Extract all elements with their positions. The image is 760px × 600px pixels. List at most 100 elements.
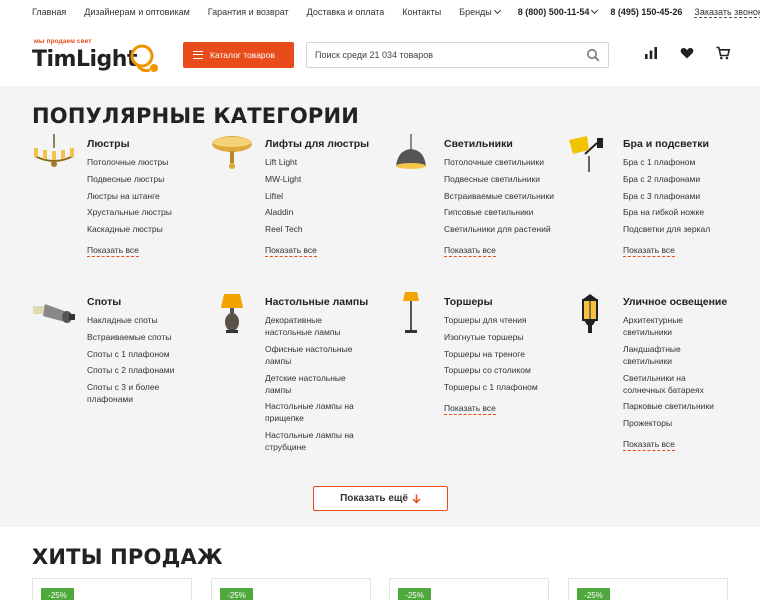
show-all-link[interactable]: Показать все <box>444 245 496 257</box>
top-link-home[interactable]: Главная <box>32 7 66 17</box>
category-link[interactable]: Светильники для растений <box>444 223 554 235</box>
category-link[interactable]: Споты с 2 плафонами <box>87 364 187 376</box>
category-link[interactable]: Liftel <box>265 190 365 202</box>
show-all-link[interactable]: Показать все <box>623 439 675 451</box>
category-link[interactable]: Встраиваемые споты <box>87 331 187 343</box>
category-link[interactable]: Изогнутые торшеры <box>444 331 554 343</box>
product-card[interactable]: -25% <box>389 578 549 600</box>
category-link[interactable]: Хрустальные люстры <box>87 206 197 218</box>
category-title[interactable]: Бра и подсветки <box>623 138 760 150</box>
category-link[interactable]: Бра на гибкой ножке <box>623 206 743 218</box>
product-card[interactable]: -25% <box>568 578 728 600</box>
category-link[interactable]: Reel Tech <box>265 223 365 235</box>
cart-icon[interactable] <box>716 46 731 60</box>
category-link[interactable]: Lift Light <box>265 156 365 168</box>
category-link[interactable]: Гипсовые светильники <box>444 206 554 218</box>
category-link[interactable]: Споты с 1 плафоном <box>87 348 187 360</box>
category-link[interactable]: Бра с 3 плафонами <box>623 190 743 202</box>
spotlight-icon[interactable] <box>31 292 77 334</box>
phone-secondary[interactable]: 8 (495) 150-45-26 <box>610 7 682 17</box>
hits-section-title: ХИТЫ ПРОДАЖ <box>32 545 223 569</box>
top-bar: Главная Дизайнерам и оптовикам Гарантия … <box>0 0 760 24</box>
top-link-contacts[interactable]: Контакты <box>402 7 441 17</box>
search-box <box>306 42 609 68</box>
category-link[interactable]: Ландшафтные светильники <box>623 343 723 367</box>
category-block: Уличное освещение Архитектурные светильни… <box>582 294 760 456</box>
header: мы продаем свет TimLight Каталог товаров <box>0 24 760 86</box>
street-lantern-icon[interactable] <box>567 292 613 334</box>
pendant-lamp-icon[interactable] <box>388 134 434 176</box>
category-link[interactable]: Светильники на солнечных батареях <box>623 372 723 396</box>
category-link[interactable]: Бра с 1 плафоном <box>623 156 743 168</box>
category-link[interactable]: Каскадные люстры <box>87 223 197 235</box>
category-link[interactable]: Офисные настольные лампы <box>265 343 360 367</box>
chandelier-icon[interactable] <box>31 134 77 176</box>
chevron-down-icon <box>591 6 599 15</box>
category-link[interactable]: Торшеры с 1 плафоном <box>444 381 554 393</box>
callback-link[interactable]: Заказать звонок <box>694 7 760 18</box>
category-links: Lift Light MW-Light Liftel Aladdin Reel Tech… <box>265 156 365 262</box>
bulb-icon <box>130 44 158 72</box>
chevron-down-icon <box>493 6 501 15</box>
search-icon[interactable] <box>586 48 600 62</box>
discount-badge: -25% <box>41 588 74 600</box>
category-link[interactable]: Накладные споты <box>87 314 187 326</box>
category-link[interactable]: Бра с 2 плафонами <box>623 173 743 185</box>
category-link[interactable]: Настольные лампы на прищепке <box>265 400 360 424</box>
show-all-link[interactable]: Показать все <box>623 245 675 257</box>
category-links: Торшеры для чтения Изогнутые торшеры Торше… <box>444 314 554 420</box>
logo-tagline: мы продаем свет <box>34 38 92 45</box>
brands-dropdown[interactable]: Бренды <box>459 6 501 17</box>
category-links: Потолочные люстры Подвесные люстры Люстры … <box>87 156 197 262</box>
floor-lamp-icon[interactable] <box>388 292 434 334</box>
wall-sconce-icon[interactable] <box>567 134 613 176</box>
product-card[interactable]: -25% <box>32 578 192 600</box>
category-link[interactable]: Торшеры на треноге <box>444 348 554 360</box>
table-lamp-icon[interactable] <box>209 292 255 334</box>
category-link[interactable]: Декоративные настольные лампы <box>265 314 360 338</box>
logo[interactable]: мы продаем свет TimLight <box>32 34 158 76</box>
favorites-heart-icon[interactable] <box>680 46 694 60</box>
top-link-designers[interactable]: Дизайнерам и оптовикам <box>84 7 190 17</box>
catalog-button[interactable]: Каталог товаров <box>183 42 294 68</box>
phone-dropdown[interactable]: 8 (800) 500-11-54 <box>517 6 599 17</box>
category-link[interactable]: Встраиваемые светильники <box>444 190 554 202</box>
category-link[interactable]: Прожекторы <box>623 417 723 429</box>
brands-label: Бренды <box>459 7 492 17</box>
menu-icon <box>193 51 203 59</box>
category-link[interactable]: Торшеры со столиком <box>444 364 554 376</box>
category-link[interactable]: Aladdin <box>265 206 365 218</box>
discount-badge: -25% <box>577 588 610 600</box>
category-link[interactable]: Люстры на штанге <box>87 190 197 202</box>
section-title: ПОПУЛЯРНЫЕ КАТЕГОРИИ <box>32 104 360 128</box>
category-links: Бра с 1 плафоном Бра с 2 плафонами Бра с 3… <box>623 156 743 262</box>
product-card[interactable]: -25% <box>211 578 371 600</box>
category-link[interactable]: Потолочные люстры <box>87 156 197 168</box>
category-links: Накладные споты Встраиваемые споты Споты с… <box>87 314 187 405</box>
ceiling-lift-icon[interactable] <box>209 134 255 176</box>
discount-badge: -25% <box>220 588 253 600</box>
top-link-warranty[interactable]: Гарантия и возврат <box>208 7 289 17</box>
category-link[interactable]: Подвесные светильники <box>444 173 554 185</box>
category-links: Архитектурные светильники Ландшафтные све… <box>623 314 723 456</box>
category-link[interactable]: Подсветки для зеркал <box>623 223 743 235</box>
category-link[interactable]: Потолочные светильники <box>444 156 554 168</box>
show-all-link[interactable]: Показать все <box>87 245 139 257</box>
category-title[interactable]: Уличное освещение <box>623 296 760 308</box>
category-link[interactable]: Настольные лампы на струбцине <box>265 429 360 453</box>
category-link[interactable]: Споты с 3 и более плафонами <box>87 381 187 405</box>
category-link[interactable]: Подвесные люстры <box>87 173 197 185</box>
search-input[interactable] <box>307 43 567 67</box>
category-link[interactable]: Детские настольные лампы <box>265 372 360 396</box>
phone-primary: 8 (800) 500-11-54 <box>517 7 590 17</box>
category-link[interactable]: Торшеры для чтения <box>444 314 554 326</box>
show-all-link[interactable]: Показать все <box>444 403 496 415</box>
category-links: Потолочные светильники Подвесные светильн… <box>444 156 554 262</box>
category-link[interactable]: MW-Light <box>265 173 365 185</box>
category-link[interactable]: Архитектурные светильники <box>623 314 723 338</box>
top-link-delivery[interactable]: Доставка и оплата <box>307 7 385 17</box>
category-link[interactable]: Парковые светильники <box>623 400 723 412</box>
show-more-button[interactable]: Показать ещё <box>313 486 448 511</box>
compare-icon[interactable] <box>644 46 658 60</box>
show-all-link[interactable]: Показать все <box>265 245 317 257</box>
